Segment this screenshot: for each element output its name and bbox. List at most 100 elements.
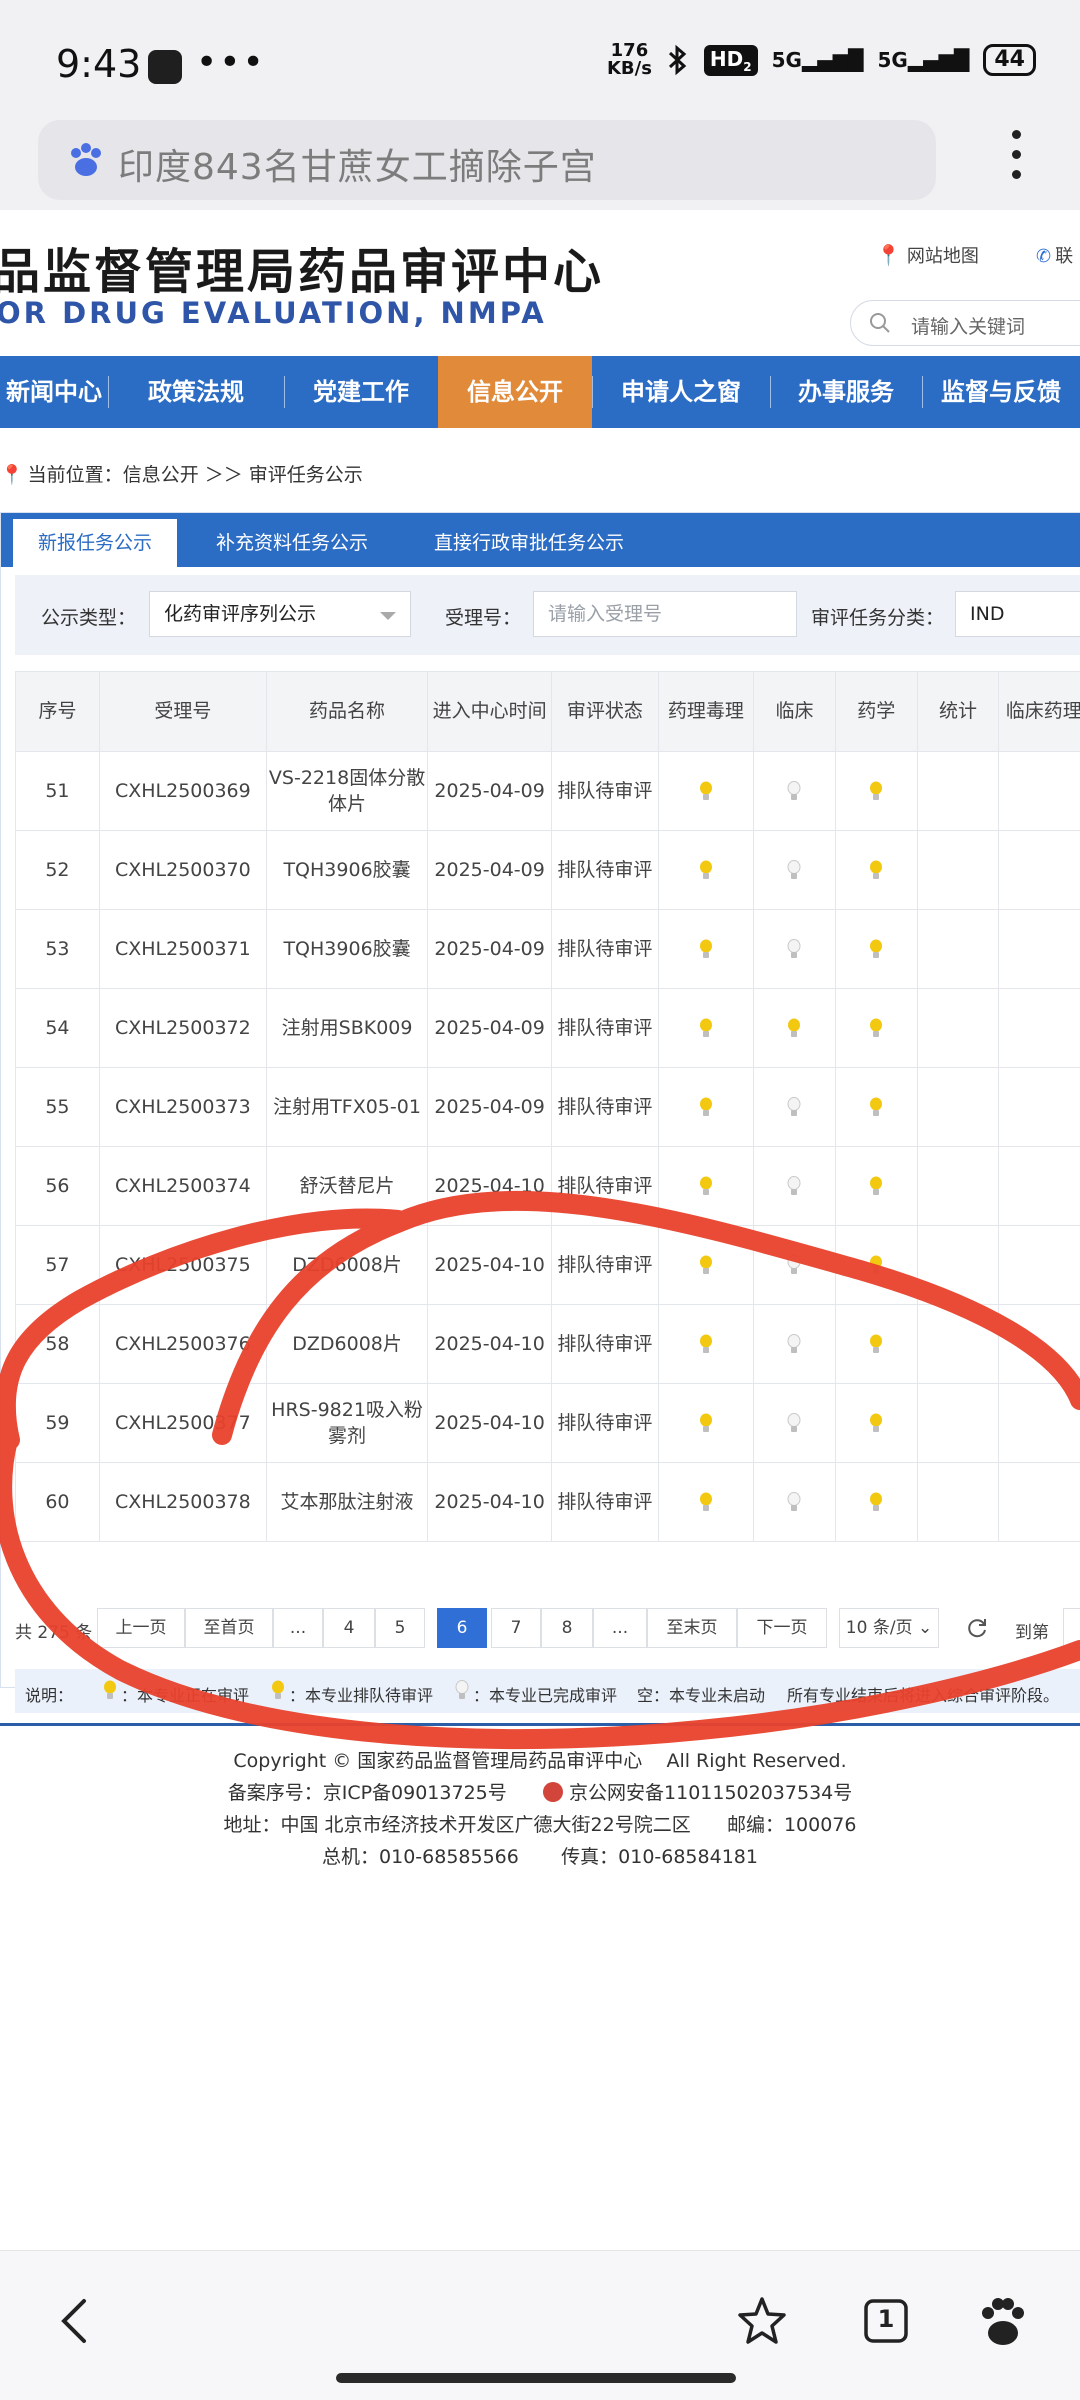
nav-item-feedback[interactable]: 监督与反馈 bbox=[922, 356, 1080, 428]
signal-icon-2: 5G▂▄▆█ bbox=[877, 48, 970, 72]
page-button[interactable]: 4 bbox=[323, 1608, 375, 1648]
cell-no: 54 bbox=[15, 988, 100, 1068]
type-select[interactable]: 化药审评序列公示 bbox=[149, 591, 411, 637]
tabs-count-button[interactable]: 1 bbox=[856, 2291, 916, 2351]
cell-clinical bbox=[753, 988, 836, 1068]
site-search-input[interactable]: 请输入关键词 bbox=[850, 300, 1080, 346]
cell-clinical-pharm bbox=[998, 1383, 1080, 1463]
tab-supplement-tasks[interactable]: 补充资料任务公示 bbox=[187, 519, 397, 567]
location-pin-icon: 📍 bbox=[0, 464, 24, 486]
header-drug-name: 药品名称 bbox=[265, 671, 429, 752]
footer-copyright: Copyright © 国家药品监督管理局药品审评中心 All Right Re… bbox=[233, 1750, 847, 1772]
bulb-on-icon bbox=[870, 781, 883, 800]
cell-status: 排队待审评 bbox=[550, 988, 659, 1068]
cell-status: 排队待审评 bbox=[550, 1304, 659, 1384]
accept-no-input[interactable]: 请输入受理号 bbox=[533, 591, 797, 637]
page-button[interactable]: 5 bbox=[375, 1608, 425, 1648]
star-icon[interactable] bbox=[732, 2291, 792, 2351]
cell-clinical-pharm bbox=[998, 1304, 1080, 1384]
next-page-button[interactable]: 下一页 bbox=[737, 1608, 827, 1648]
header-clinical-pharm: 临床药理 bbox=[998, 671, 1080, 752]
prev-page-button[interactable]: 上一页 bbox=[97, 1608, 185, 1648]
goto-label: 到第 bbox=[1015, 1623, 1049, 1643]
main-nav: 新闻中心 政策法规 党建工作 信息公开 申请人之窗 办事服务 监督与反馈 bbox=[0, 356, 1080, 428]
status-indicators: 176 KB/s HD2 5G▂▄▆█ 5G▂▄▆█ 44 bbox=[607, 42, 1036, 78]
header-status: 审评状态 bbox=[550, 671, 659, 752]
back-icon[interactable] bbox=[46, 2291, 106, 2351]
bulb-on-icon bbox=[870, 1018, 883, 1037]
cell-pharmacy bbox=[834, 1146, 918, 1226]
bulb-off-icon bbox=[787, 1254, 801, 1274]
cell-drug-name: TQH3906胶囊 bbox=[265, 830, 429, 910]
page-size-select[interactable]: 10 条/页 ⌄ bbox=[839, 1608, 939, 1648]
task-panel: 新报任务公示 补充资料任务公示 直接行政审批任务公示 公示类型： 化药审评序列公… bbox=[0, 512, 1080, 1713]
cell-clinical-pharm bbox=[998, 1462, 1080, 1542]
site-search-placeholder: 请输入关键词 bbox=[911, 316, 1026, 338]
nav-item-info-disclosure[interactable]: 信息公开 bbox=[438, 356, 592, 428]
nav-item-policy[interactable]: 政策法规 bbox=[108, 356, 284, 428]
cell-no: 53 bbox=[15, 909, 100, 989]
nav-item-services[interactable]: 办事服务 bbox=[770, 356, 922, 428]
bulb-reviewing-icon bbox=[104, 1680, 116, 1699]
bulb-on-icon bbox=[699, 1097, 712, 1116]
refresh-icon[interactable] bbox=[965, 1616, 989, 1640]
bulb-on-icon bbox=[699, 1413, 712, 1432]
cell-entry-time: 2025-04-09 bbox=[427, 751, 552, 831]
cell-pharm-tox bbox=[657, 1146, 755, 1226]
last-page-button[interactable]: 至末页 bbox=[647, 1608, 737, 1648]
cell-drug-name: TQH3906胶囊 bbox=[265, 909, 429, 989]
nav-item-applicant[interactable]: 申请人之窗 bbox=[592, 356, 770, 428]
goto-page-input[interactable] bbox=[1063, 1608, 1080, 1648]
task-tabs: 新报任务公示 补充资料任务公示 直接行政审批任务公示 bbox=[1, 513, 1080, 567]
bulb-on-icon bbox=[699, 860, 712, 879]
cell-pharmacy bbox=[834, 751, 918, 831]
sitemap-link[interactable]: 📍 网站地图 bbox=[876, 242, 979, 268]
bulb-on-icon bbox=[699, 1018, 712, 1037]
tab-direct-approval-tasks[interactable]: 直接行政审批任务公示 bbox=[411, 519, 647, 567]
chevron-down-icon: ⌄ bbox=[917, 1618, 933, 1638]
category-label: 审评任务分类： bbox=[811, 607, 945, 629]
police-badge-icon bbox=[543, 1781, 564, 1802]
home-indicator[interactable] bbox=[336, 2373, 736, 2383]
browser-search-bar[interactable]: 印度843名甘蔗女工摘除子宫 bbox=[38, 120, 936, 200]
cell-clinical bbox=[753, 1067, 836, 1147]
cell-no: 55 bbox=[15, 1067, 100, 1147]
site-subtitle: OR DRUG EVALUATION, NMPA bbox=[0, 296, 547, 330]
total-count: 共 275 条 bbox=[15, 1623, 93, 1643]
nav-item-party[interactable]: 党建工作 bbox=[284, 356, 438, 428]
cell-no: 58 bbox=[15, 1304, 100, 1384]
tab-new-tasks[interactable]: 新报任务公示 bbox=[13, 519, 177, 567]
table-row: 58 CXHL2500376 DZD6008片 2025-04-10 排队待审评 bbox=[15, 1304, 1080, 1384]
nav-item-news[interactable]: 新闻中心 bbox=[0, 356, 108, 428]
cell-entry-time: 2025-04-10 bbox=[427, 1304, 552, 1384]
current-page-button[interactable]: 6 bbox=[437, 1608, 487, 1648]
bulb-on-icon bbox=[870, 1255, 883, 1274]
table-row: 52 CXHL2500370 TQH3906胶囊 2025-04-09 排队待审评 bbox=[15, 830, 1080, 910]
footer-phone: 总机：010-68585566 传真：010-68584181 bbox=[322, 1846, 758, 1868]
contact-label: 联 bbox=[1055, 246, 1074, 267]
pager-ellipsis-right[interactable]: ... bbox=[593, 1608, 647, 1648]
web-page: 品监督管理局药品审评中心 OR DRUG EVALUATION, NMPA 📍 网… bbox=[0, 210, 1080, 2250]
baidu-paw-icon bbox=[71, 143, 101, 176]
cell-status: 排队待审评 bbox=[550, 1462, 659, 1542]
category-select[interactable]: IND bbox=[955, 591, 1080, 637]
cell-accept-no: CXHL2500377 bbox=[98, 1383, 267, 1463]
bulb-queued-icon bbox=[272, 1680, 284, 1699]
cell-accept-no: CXHL2500375 bbox=[98, 1225, 267, 1305]
page-button[interactable]: 7 bbox=[491, 1608, 541, 1648]
breadcrumb-prefix: 当前位置： bbox=[27, 464, 123, 486]
bulb-off-icon bbox=[787, 780, 801, 800]
footer-police-text[interactable]: 京公网安备11011502037534号 bbox=[569, 1782, 852, 1804]
location-pin-icon: 📍 bbox=[876, 243, 901, 267]
more-menu-icon[interactable] bbox=[1010, 130, 1022, 190]
baidu-paw-icon[interactable] bbox=[972, 2291, 1032, 2351]
contact-link[interactable]: ✆ 联 bbox=[1036, 242, 1073, 268]
footer-icp-text[interactable]: 备案序号：京ICP备09013725号 bbox=[228, 1782, 507, 1804]
breadcrumb-path[interactable]: 信息公开 ＞＞ 审评任务公示 bbox=[123, 464, 363, 486]
net-speed-unit: KB/s bbox=[606, 58, 652, 79]
table-row: 55 CXHL2500373 注射用TFX05-01 2025-04-09 排队待审评 bbox=[15, 1067, 1080, 1147]
first-page-button[interactable]: 至首页 bbox=[185, 1608, 273, 1648]
pager-ellipsis-left[interactable]: ... bbox=[273, 1608, 323, 1648]
page-button[interactable]: 8 bbox=[541, 1608, 593, 1648]
bulb-on-icon bbox=[699, 1176, 712, 1195]
